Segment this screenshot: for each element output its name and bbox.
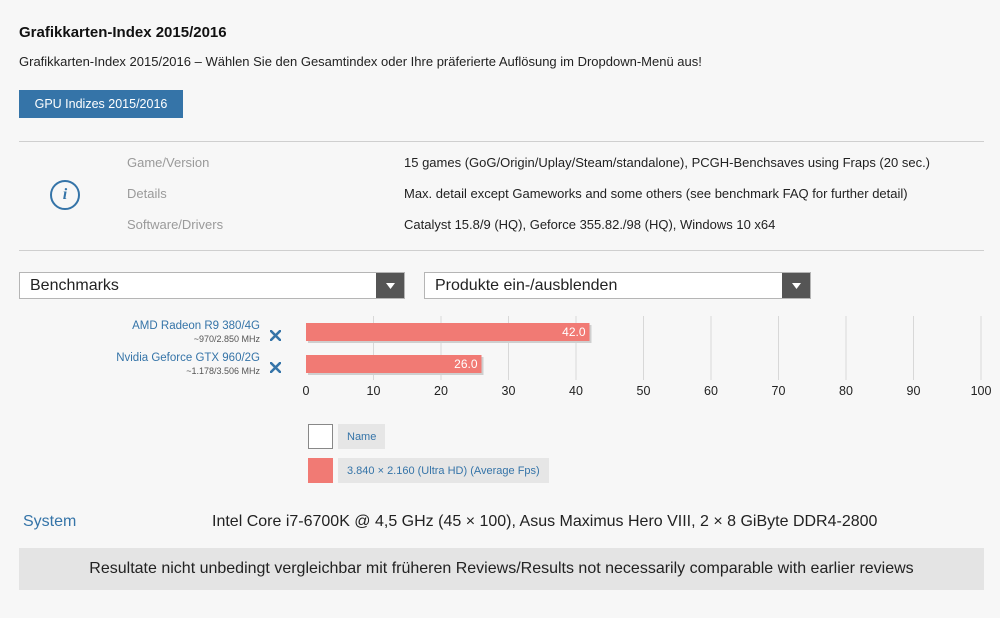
x-tick-label: 40 bbox=[569, 384, 583, 398]
benchmarks-select-value: Benchmarks bbox=[30, 276, 119, 294]
info-row-software-drivers: Software/Drivers Catalyst 15.8/9 (HQ), G… bbox=[19, 217, 984, 237]
x-tick-label: 0 bbox=[303, 384, 310, 398]
gpu-label-amd: AMD Radeon R9 380/4G ~970/2.850 MHz bbox=[10, 320, 260, 344]
info-value: Catalyst 15.8/9 (HQ), Geforce 355.82./98… bbox=[404, 217, 776, 232]
gpu-name[interactable]: Nvidia Geforce GTX 960/2G bbox=[10, 352, 260, 364]
legend-label-name[interactable]: Name bbox=[338, 424, 386, 449]
bar-value-label: 42.0 bbox=[562, 325, 586, 339]
x-tick-label: 10 bbox=[367, 384, 381, 398]
info-value: 15 games (GoG/Origin/Uplay/Steam/standal… bbox=[404, 155, 931, 170]
info-row-game-version: Game/Version 15 games (GoG/Origin/Uplay/… bbox=[19, 155, 984, 175]
chevron-down-icon[interactable] bbox=[782, 273, 810, 298]
chevron-down-icon[interactable] bbox=[376, 273, 404, 298]
info-key: Software/Drivers bbox=[127, 217, 224, 232]
products-select-value: Produkte ein-/ausblenden bbox=[435, 276, 618, 294]
bar-value-label: 26.0 bbox=[454, 357, 478, 371]
info-key: Details bbox=[127, 186, 167, 201]
products-select[interactable]: Produkte ein-/ausblenden bbox=[424, 272, 811, 299]
benchmark-panel: Grafikkarten-Index 2015/2016 Grafikkarte… bbox=[0, 0, 1000, 618]
x-tick-label: 50 bbox=[637, 384, 651, 398]
x-tick-label: 60 bbox=[704, 384, 718, 398]
gpu-label-nvidia: Nvidia Geforce GTX 960/2G ~1.178/3.506 M… bbox=[10, 352, 260, 376]
x-tick-label: 70 bbox=[772, 384, 786, 398]
info-value: Max. detail except Gameworks and some ot… bbox=[404, 186, 908, 201]
legend-label-uhd[interactable]: 3.840 × 2.160 (Ultra HD) (Average Fps) bbox=[338, 458, 549, 483]
system-value: Intel Core i7-6700K @ 4,5 GHz (45 × 100)… bbox=[212, 513, 878, 530]
benchmarks-select[interactable]: Benchmarks bbox=[19, 272, 405, 299]
remove-icon[interactable] bbox=[268, 360, 282, 374]
x-tick-label: 30 bbox=[502, 384, 516, 398]
info-row-details: Details Max. detail except Gameworks and… bbox=[19, 186, 984, 206]
info-box: i Game/Version 15 games (GoG/Origin/Upla… bbox=[19, 141, 984, 251]
page-title: Grafikkarten-Index 2015/2016 bbox=[19, 24, 227, 41]
legend-swatch-uhd[interactable] bbox=[308, 458, 333, 483]
x-tick-label: 20 bbox=[434, 384, 448, 398]
bar bbox=[306, 323, 590, 341]
bar-chart: 42.0 26.0 0 10 20 30 40 50 60 70 80 90 100 bbox=[303, 316, 992, 398]
remove-icon[interactable] bbox=[268, 328, 282, 342]
system-label[interactable]: System bbox=[23, 513, 76, 531]
x-tick-label: 80 bbox=[839, 384, 853, 398]
x-tick-label: 100 bbox=[971, 384, 992, 398]
gpu-clock: ~970/2.850 MHz bbox=[193, 334, 260, 344]
gpu-name[interactable]: AMD Radeon R9 380/4G bbox=[10, 320, 260, 332]
gpu-indices-button[interactable]: GPU Indizes 2015/2016 bbox=[19, 90, 183, 118]
comparability-notice: Resultate nicht unbedingt vergleichbar m… bbox=[19, 548, 984, 590]
info-key: Game/Version bbox=[127, 155, 210, 170]
legend-swatch-name[interactable] bbox=[308, 424, 333, 449]
page-subtitle: Grafikkarten-Index 2015/2016 – Wählen Si… bbox=[19, 54, 702, 69]
x-tick-label: 90 bbox=[907, 384, 921, 398]
gpu-clock: ~1.178/3.506 MHz bbox=[186, 366, 260, 376]
